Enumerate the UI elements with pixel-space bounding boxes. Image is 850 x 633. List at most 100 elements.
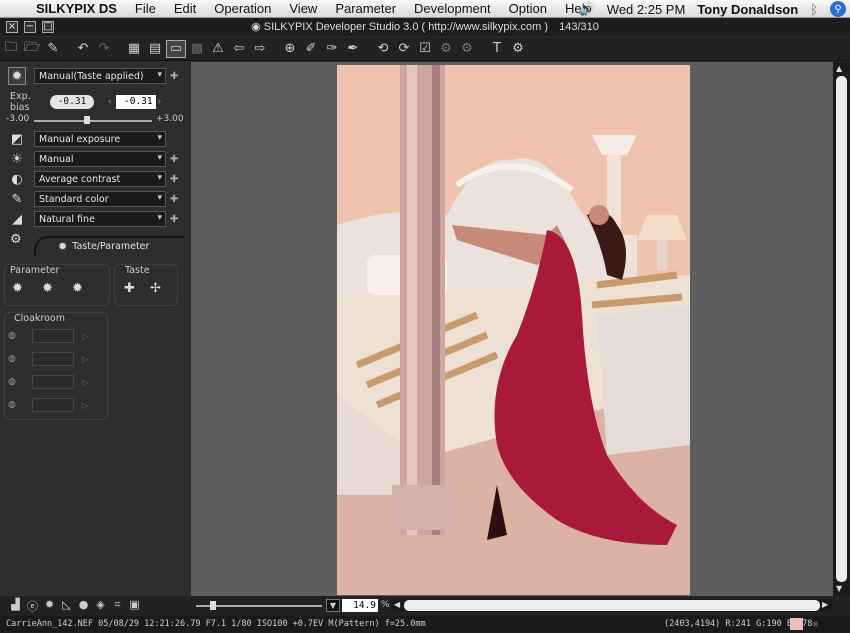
cloakroom-arrow-icon[interactable]: ▷ bbox=[82, 378, 88, 387]
spot-tool-icon[interactable]: ✒ bbox=[343, 40, 363, 58]
contrast-icon[interactable]: ◐ bbox=[8, 170, 26, 188]
vertical-scrollbar[interactable]: ▲ ▼ bbox=[833, 62, 850, 596]
resize-grip-icon[interactable]: ✺ bbox=[812, 617, 819, 630]
menu-parameter[interactable]: Parameter bbox=[335, 1, 396, 16]
sharpness-value: Natural fine bbox=[39, 213, 95, 225]
app-name-menu[interactable]: SILKYPIX DS bbox=[36, 1, 117, 16]
horizontal-scroll-thumb[interactable] bbox=[404, 600, 820, 611]
taste-dropdown[interactable]: Manual(Taste applied) ▾ bbox=[34, 68, 166, 84]
exposure-mode-dropdown[interactable]: Manual exposure ▾ bbox=[34, 131, 166, 147]
parameter-reset-icon[interactable]: ✹ bbox=[72, 281, 83, 296]
preview-view-icon[interactable]: ▭ bbox=[166, 39, 186, 58]
cloakroom-arrow-icon[interactable]: ▷ bbox=[82, 401, 88, 410]
undo-icon[interactable]: ↶ bbox=[73, 40, 93, 58]
user-name[interactable]: Tony Donaldson bbox=[697, 2, 798, 17]
exif-icon[interactable]: ⓔ bbox=[25, 598, 40, 614]
text-tool-icon[interactable]: T bbox=[487, 40, 507, 58]
develop-icon[interactable]: ⚙ bbox=[436, 40, 456, 58]
taste-add-icon[interactable]: ✚ bbox=[124, 281, 135, 296]
parameter-paste-icon[interactable]: ✹ bbox=[42, 281, 53, 296]
white-balance-icon[interactable]: ☀ bbox=[8, 150, 26, 168]
preview-photo[interactable] bbox=[337, 65, 690, 595]
cloakroom-slot-icon[interactable]: ◍ bbox=[8, 331, 22, 341]
cloakroom-slot-1[interactable] bbox=[32, 329, 74, 343]
taste-edit-icon[interactable]: ✢ bbox=[150, 281, 161, 296]
plus-icon[interactable]: ✚ bbox=[170, 194, 178, 205]
cloakroom-arrow-icon[interactable]: ▷ bbox=[82, 355, 88, 364]
scroll-down-icon[interactable]: ▼ bbox=[836, 584, 842, 593]
menu-development[interactable]: Development bbox=[414, 1, 491, 16]
zoom-input[interactable]: 14.9 bbox=[342, 599, 378, 612]
parameter-copy-icon[interactable]: ✹ bbox=[12, 281, 23, 296]
white-balance-picker-icon[interactable]: ✑ bbox=[322, 40, 342, 58]
plus-icon[interactable]: ✚ bbox=[170, 71, 178, 82]
highlight-icon[interactable]: ✹ bbox=[42, 598, 57, 614]
menu-file[interactable]: File bbox=[135, 1, 156, 16]
plus-icon[interactable]: ✚ bbox=[170, 154, 178, 165]
cloakroom-slot-3[interactable] bbox=[32, 375, 74, 389]
color-pen-icon[interactable]: ✎ bbox=[8, 190, 26, 208]
fill-icon[interactable]: ◈ bbox=[93, 598, 108, 614]
previous-image-icon[interactable]: ⇦ bbox=[229, 40, 249, 58]
exp-bias-reset-button[interactable]: -0.31 bbox=[50, 95, 94, 109]
decrease-arrow-icon[interactable]: ‹ bbox=[108, 97, 112, 107]
contrast-dropdown[interactable]: Average contrast ▾ bbox=[34, 171, 166, 187]
white-balance-dropdown[interactable]: Manual ▾ bbox=[34, 151, 166, 167]
thumbnail-view-icon[interactable]: ▦ bbox=[124, 40, 144, 58]
menu-view[interactable]: View bbox=[289, 1, 317, 16]
bluetooth-icon[interactable]: ᛒ bbox=[810, 2, 818, 17]
cloakroom-slot-4[interactable] bbox=[32, 398, 74, 412]
cloakroom-slot-icon[interactable]: ◍ bbox=[8, 354, 22, 364]
combined-view-icon[interactable]: ▤ bbox=[145, 40, 165, 58]
exposure-icon[interactable]: ◩ bbox=[8, 130, 26, 148]
menu-option[interactable]: Option bbox=[509, 1, 547, 16]
batch-develop-icon[interactable]: ⚙ bbox=[457, 40, 477, 58]
settings-icon[interactable]: ⚙ bbox=[508, 40, 528, 58]
warning-icon[interactable]: ⚠ bbox=[208, 40, 228, 58]
cloakroom-slot-icon[interactable]: ◍ bbox=[8, 377, 22, 387]
cloakroom-arrow-icon[interactable]: ▷ bbox=[82, 332, 88, 341]
open-file-icon[interactable]: 🗁 bbox=[22, 40, 42, 58]
plus-icon[interactable]: ✚ bbox=[170, 214, 178, 225]
increase-arrow-icon[interactable]: › bbox=[158, 97, 162, 107]
zoom-slider-thumb[interactable] bbox=[210, 601, 216, 610]
rotate-left-icon[interactable]: ⟲ bbox=[373, 40, 393, 58]
zoom-dropdown-icon[interactable]: ▼ bbox=[326, 599, 340, 612]
open-folder-icon[interactable]: 🗀 bbox=[1, 40, 21, 58]
tone-curve-icon[interactable]: ◺ bbox=[59, 598, 74, 614]
zoom-icon[interactable]: ⊕ bbox=[280, 40, 300, 58]
horizontal-scrollbar[interactable]: ◀ ▶ bbox=[392, 599, 832, 612]
menu-operation[interactable]: Operation bbox=[214, 1, 271, 16]
taste-gear-icon[interactable]: ✹ bbox=[8, 67, 26, 85]
scroll-right-icon[interactable]: ▶ bbox=[822, 600, 828, 609]
exp-bias-slider[interactable] bbox=[34, 120, 152, 122]
full-view-icon[interactable]: ▩ bbox=[187, 40, 207, 58]
color-dropdown[interactable]: Standard color ▾ bbox=[34, 191, 166, 207]
plus-icon[interactable]: ✚ bbox=[170, 174, 178, 185]
histogram-icon[interactable]: ▟ bbox=[8, 598, 23, 614]
image-viewer[interactable] bbox=[191, 62, 833, 596]
broom-icon[interactable]: ✎ bbox=[43, 40, 63, 58]
volume-icon[interactable]: 🔊 bbox=[579, 1, 595, 17]
cloakroom-slot-icon[interactable]: ◍ bbox=[8, 400, 22, 410]
scroll-left-icon[interactable]: ◀ bbox=[394, 600, 400, 609]
mark-icon[interactable]: ☑ bbox=[415, 40, 435, 58]
tab-taste-parameter[interactable]: ✹ Taste/Parameter bbox=[58, 240, 149, 253]
cloakroom-slot-2[interactable] bbox=[32, 352, 74, 366]
vertical-scroll-thumb[interactable] bbox=[836, 76, 847, 582]
next-image-icon[interactable]: ⇨ bbox=[250, 40, 270, 58]
rotate-right-icon[interactable]: ⟳ bbox=[394, 40, 414, 58]
grid-icon[interactable]: ▣ bbox=[127, 598, 142, 614]
scroll-up-icon[interactable]: ▲ bbox=[836, 64, 842, 73]
exp-bias-input[interactable]: -0.31 bbox=[115, 95, 156, 109]
spotlight-search-icon[interactable]: ⚲ bbox=[830, 1, 846, 17]
eyedropper-icon[interactable]: ✐ bbox=[301, 40, 321, 58]
menu-edit[interactable]: Edit bbox=[174, 1, 196, 16]
sharpness-icon[interactable]: ◢ bbox=[8, 210, 26, 228]
redo-icon[interactable]: ↷ bbox=[94, 40, 114, 58]
color-ball-icon[interactable]: ● bbox=[76, 598, 91, 614]
crop-icon[interactable]: ⌗ bbox=[110, 598, 125, 614]
exp-bias-slider-thumb[interactable] bbox=[84, 116, 90, 124]
clock[interactable]: Wed 2:25 PM bbox=[607, 2, 686, 17]
sharpness-dropdown[interactable]: Natural fine ▾ bbox=[34, 211, 166, 227]
